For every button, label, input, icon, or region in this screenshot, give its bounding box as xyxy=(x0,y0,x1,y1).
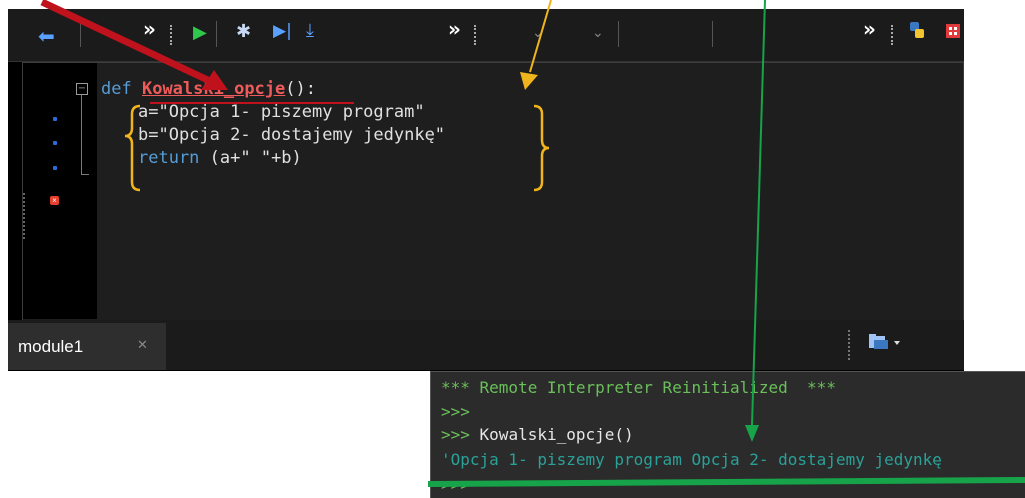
folder-menu-icon[interactable] xyxy=(868,332,902,357)
console-line: >>> Kowalski_opcje() xyxy=(441,425,634,444)
overflow-chevron-icon[interactable]: » xyxy=(143,17,156,41)
fold-line xyxy=(81,95,82,174)
python-icon[interactable] xyxy=(908,21,926,44)
editor-gutter: × xyxy=(23,63,97,319)
toolbar: ⬅ » ▶ ✱ ▶| ⤓ » ⌄ ⌄ » xyxy=(8,9,964,62)
run-icon[interactable]: ▶ xyxy=(193,22,207,43)
code-token: (): xyxy=(285,79,316,99)
tab-module1[interactable]: module1 ✕ xyxy=(8,323,166,370)
code-line-2: a="Opcja 1- piszemy program" xyxy=(138,102,425,122)
splitter-handle[interactable] xyxy=(23,193,28,239)
close-icon[interactable]: ✕ xyxy=(137,337,148,353)
console-prompt: >>> xyxy=(441,425,470,444)
error-marker-icon: × xyxy=(50,196,59,205)
code-line-4: return (a+" "+b) xyxy=(138,147,302,169)
grid-icon[interactable] xyxy=(946,23,960,42)
step-into-icon[interactable]: ⤓ xyxy=(306,20,314,41)
fold-line xyxy=(81,174,89,175)
code-line-3: b="Opcja 2- dostajemy jedynkę" xyxy=(138,125,446,145)
return-keyword: return xyxy=(138,148,200,168)
chevron-down-icon[interactable]: ⌄ xyxy=(532,25,544,41)
console-line: *** Remote Interpreter Reinitialized *** xyxy=(441,378,836,397)
overflow-chevron-icon[interactable]: » xyxy=(863,17,876,41)
console-command: Kowalski_opcje() xyxy=(469,425,634,444)
step-over-icon[interactable]: ▶| xyxy=(273,21,292,41)
code-token: (a+" "+b) xyxy=(199,148,302,168)
debug-bug-icon[interactable]: ✱ xyxy=(236,21,251,42)
code-line-1: def Kowalski_opcje(): xyxy=(101,78,316,100)
line-marker-icon xyxy=(53,117,57,121)
console-output: 'Opcja 1- piszemy program Opcja 2- dosta… xyxy=(441,450,942,469)
line-marker-icon xyxy=(53,166,57,170)
function-name: Kowalski_opcje xyxy=(141,79,286,99)
console-prompt: >>> xyxy=(441,475,470,494)
fold-collapse-icon[interactable]: − xyxy=(76,83,88,95)
back-icon[interactable]: ⬅ xyxy=(38,24,55,48)
python-console[interactable]: *** Remote Interpreter Reinitialized ***… xyxy=(430,371,1025,498)
line-marker-icon xyxy=(53,141,57,145)
chevron-down-icon[interactable]: ⌄ xyxy=(592,25,604,41)
divider xyxy=(848,330,851,360)
overflow-chevron-icon[interactable]: » xyxy=(448,17,461,41)
def-keyword: def xyxy=(101,79,132,99)
console-prompt: >>> xyxy=(441,402,470,421)
tab-label: module1 xyxy=(18,337,84,356)
